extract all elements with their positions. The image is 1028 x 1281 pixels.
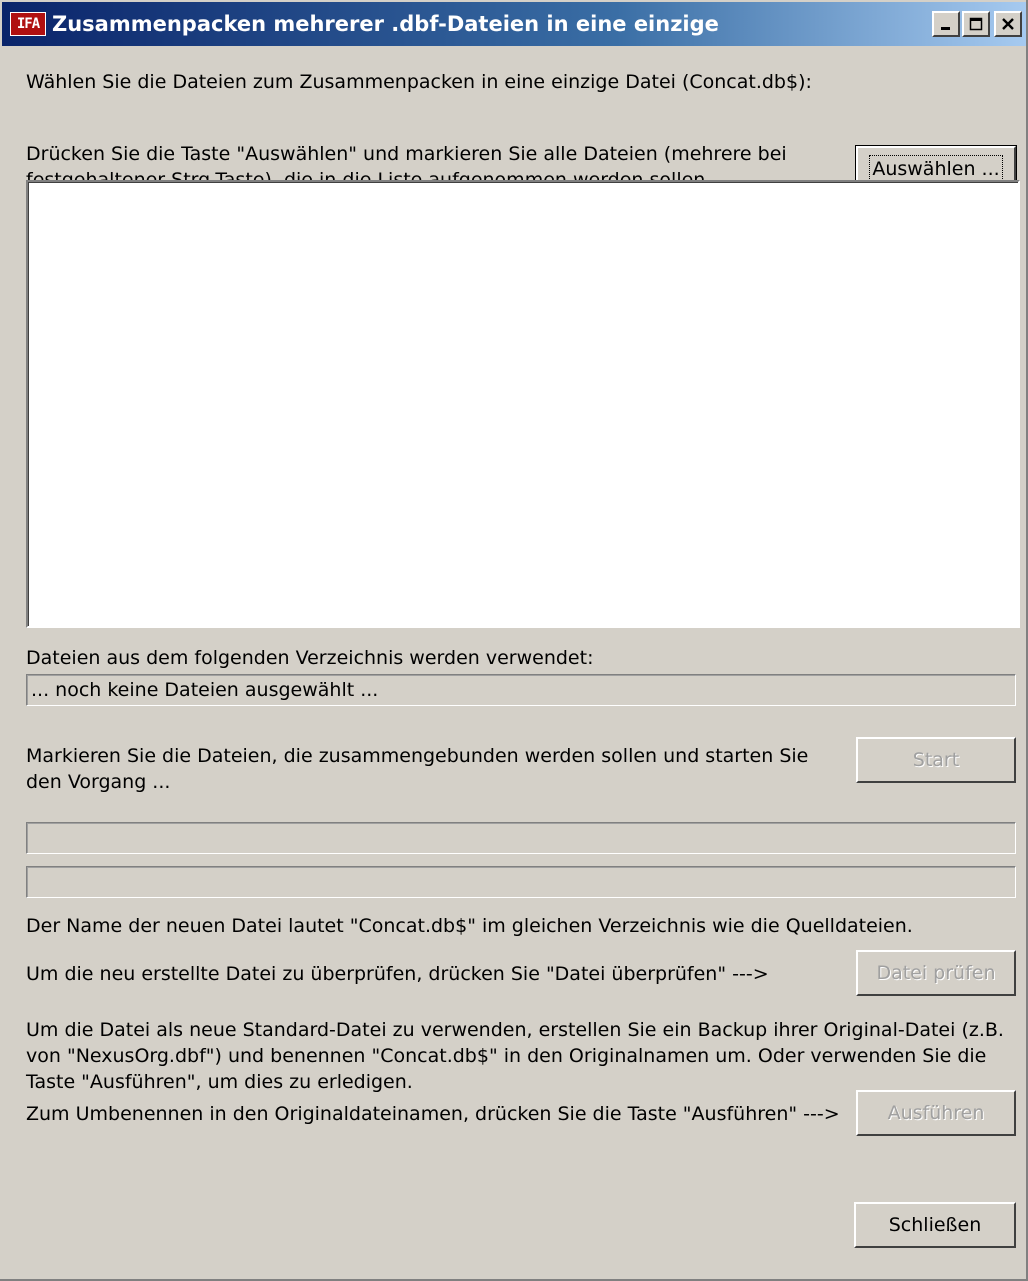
- backup-instruction-line1: Um die Datei als neue Standard-Datei zu …: [26, 1019, 1004, 1041]
- file-list[interactable]: [26, 180, 1020, 628]
- start-button[interactable]: Start: [856, 737, 1016, 783]
- select-instruction-line1: Drücken Sie die Taste "Auswählen" und ma…: [26, 143, 787, 165]
- minimize-button[interactable]: [932, 11, 960, 37]
- backup-instruction-line3: Taste "Ausführen", um dies zu erledigen.: [26, 1071, 413, 1093]
- new-file-info: Der Name der neuen Datei lautet "Concat.…: [26, 915, 913, 937]
- close-button[interactable]: Schließen: [854, 1202, 1016, 1248]
- check-file-button-label: Datei prüfen: [876, 962, 996, 984]
- maximize-icon: [969, 17, 983, 31]
- close-icon: [1002, 18, 1014, 30]
- rename-instruction: Zum Umbenennen in den Originaldateinamen…: [26, 1103, 840, 1125]
- window-title: Zusammenpacken mehrerer .dbf-Dateien in …: [52, 12, 719, 36]
- start-button-label: Start: [912, 749, 960, 771]
- check-file-button[interactable]: Datei prüfen: [856, 950, 1016, 996]
- close-button-label: Schließen: [888, 1214, 982, 1236]
- app-logo-icon: IFA: [10, 12, 46, 36]
- execute-button[interactable]: Ausführen: [856, 1090, 1016, 1136]
- backup-instruction-line2: von "NexusOrg.dbf") und benennen "Concat…: [26, 1045, 987, 1067]
- close-window-button[interactable]: [994, 11, 1022, 37]
- start-instruction-line2: den Vorgang ...: [26, 771, 171, 793]
- title-bar[interactable]: IFA Zusammenpacken mehrerer .dbf-Dateien…: [2, 2, 1026, 46]
- directory-value: ... noch keine Dateien ausgewählt ...: [31, 679, 379, 701]
- select-files-button-label: Auswählen ...: [869, 155, 1003, 183]
- maximize-button[interactable]: [962, 11, 990, 37]
- check-instruction: Um die neu erstellte Datei zu überprüfen…: [26, 963, 769, 985]
- directory-field: ... noch keine Dateien ausgewählt ...: [26, 674, 1016, 706]
- progress-bar-2: [26, 866, 1016, 898]
- directory-label: Dateien aus dem folgenden Verzeichnis we…: [26, 647, 594, 669]
- intro-text: Wählen Sie die Dateien zum Zusammenpacke…: [26, 71, 812, 93]
- execute-button-label: Ausführen: [887, 1102, 985, 1124]
- progress-bar-1: [26, 822, 1016, 854]
- dialog-window: IFA Zusammenpacken mehrerer .dbf-Dateien…: [0, 0, 1028, 1281]
- start-instruction-line1: Markieren Sie die Dateien, die zusammeng…: [26, 745, 809, 767]
- minimize-icon: [941, 27, 950, 30]
